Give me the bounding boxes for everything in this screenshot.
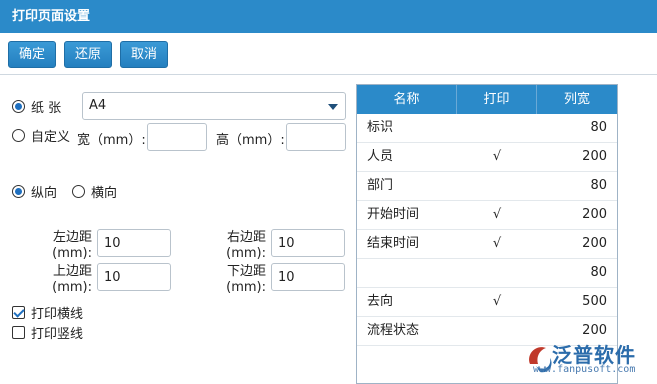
- table-row[interactable]: 结束时间 √ 200: [357, 230, 617, 259]
- cell-print: [457, 114, 537, 142]
- width-label: 宽（mm）:: [77, 133, 146, 148]
- custom-width-input[interactable]: [147, 123, 207, 151]
- chevron-down-icon: [328, 104, 338, 110]
- cell-print: [457, 172, 537, 200]
- cell-print: [457, 259, 537, 287]
- landscape-label: 横向: [91, 186, 118, 201]
- bottom-margin-input[interactable]: [271, 263, 345, 291]
- height-label: 高（mm）:: [216, 133, 285, 148]
- portrait-label: 纵向: [31, 186, 58, 201]
- cell-name: 流程状态: [367, 323, 420, 338]
- cancel-button[interactable]: 取消: [120, 41, 168, 68]
- grid-header-print[interactable]: 打印: [457, 85, 537, 114]
- cell-width: 200: [582, 236, 607, 251]
- left-margin-input[interactable]: [97, 229, 171, 257]
- paper-radio[interactable]: [12, 100, 25, 113]
- cell-width: 500: [582, 294, 607, 309]
- cell-name: 人员: [367, 149, 394, 164]
- cell-name: 开始时间: [367, 207, 420, 222]
- table-row[interactable]: 标识 80: [357, 114, 617, 143]
- left-margin-label: 左边距 (mm):: [52, 230, 92, 261]
- reset-button[interactable]: 还原: [64, 41, 112, 68]
- bottom-margin-label: 下边距 (mm):: [226, 264, 266, 295]
- grid-header-width[interactable]: 列宽: [537, 85, 617, 114]
- cell-name: 标识: [367, 120, 394, 135]
- logo-url: www.fanpusoft.com: [533, 364, 636, 375]
- cell-print: √: [492, 236, 502, 251]
- right-margin-label: 右边距 (mm):: [226, 230, 266, 261]
- table-row[interactable]: 去向 √ 500: [357, 288, 617, 317]
- table-row[interactable]: 人员 √ 200: [357, 143, 617, 172]
- custom-label: 自定义: [31, 130, 71, 145]
- cell-print: √: [492, 149, 502, 164]
- cell-name: 结束时间: [367, 236, 420, 251]
- right-margin-input[interactable]: [271, 229, 345, 257]
- cell-width: 80: [590, 178, 607, 193]
- table-row[interactable]: 开始时间 √ 200: [357, 201, 617, 230]
- paper-size-select[interactable]: A4: [82, 92, 346, 120]
- top-margin-label: 上边距 (mm):: [52, 264, 92, 295]
- toolbar: 确定 还原 取消: [0, 33, 657, 75]
- table-row[interactable]: 80: [357, 259, 617, 288]
- landscape-radio[interactable]: [72, 185, 85, 198]
- paper-size-value: A4: [89, 98, 107, 113]
- cell-width: 80: [590, 265, 607, 280]
- table-row[interactable]: 部门 80: [357, 172, 617, 201]
- cell-print: √: [492, 207, 502, 222]
- print-hlines-checkbox[interactable]: [12, 306, 25, 319]
- top-margin-input[interactable]: [97, 263, 171, 291]
- portrait-radio[interactable]: [12, 185, 25, 198]
- cell-width: 80: [590, 120, 607, 135]
- grid-header: 名称 打印 列宽: [357, 85, 617, 114]
- print-vlines-checkbox[interactable]: [12, 326, 25, 339]
- cell-name: [367, 259, 457, 287]
- print-hlines-label: 打印横线: [31, 307, 84, 322]
- print-vlines-label: 打印竖线: [31, 327, 84, 342]
- paper-label: 纸 张: [31, 101, 62, 116]
- custom-height-input[interactable]: [286, 123, 346, 151]
- dialog-title: 打印页面设置: [0, 0, 657, 33]
- custom-radio[interactable]: [12, 129, 25, 142]
- cell-name: 部门: [367, 178, 394, 193]
- cell-name: 去向: [367, 294, 394, 309]
- cell-width: 200: [582, 207, 607, 222]
- cell-width: 200: [582, 149, 607, 164]
- grid-header-name[interactable]: 名称: [357, 85, 457, 114]
- ok-button[interactable]: 确定: [8, 41, 56, 68]
- cell-print: √: [492, 294, 502, 309]
